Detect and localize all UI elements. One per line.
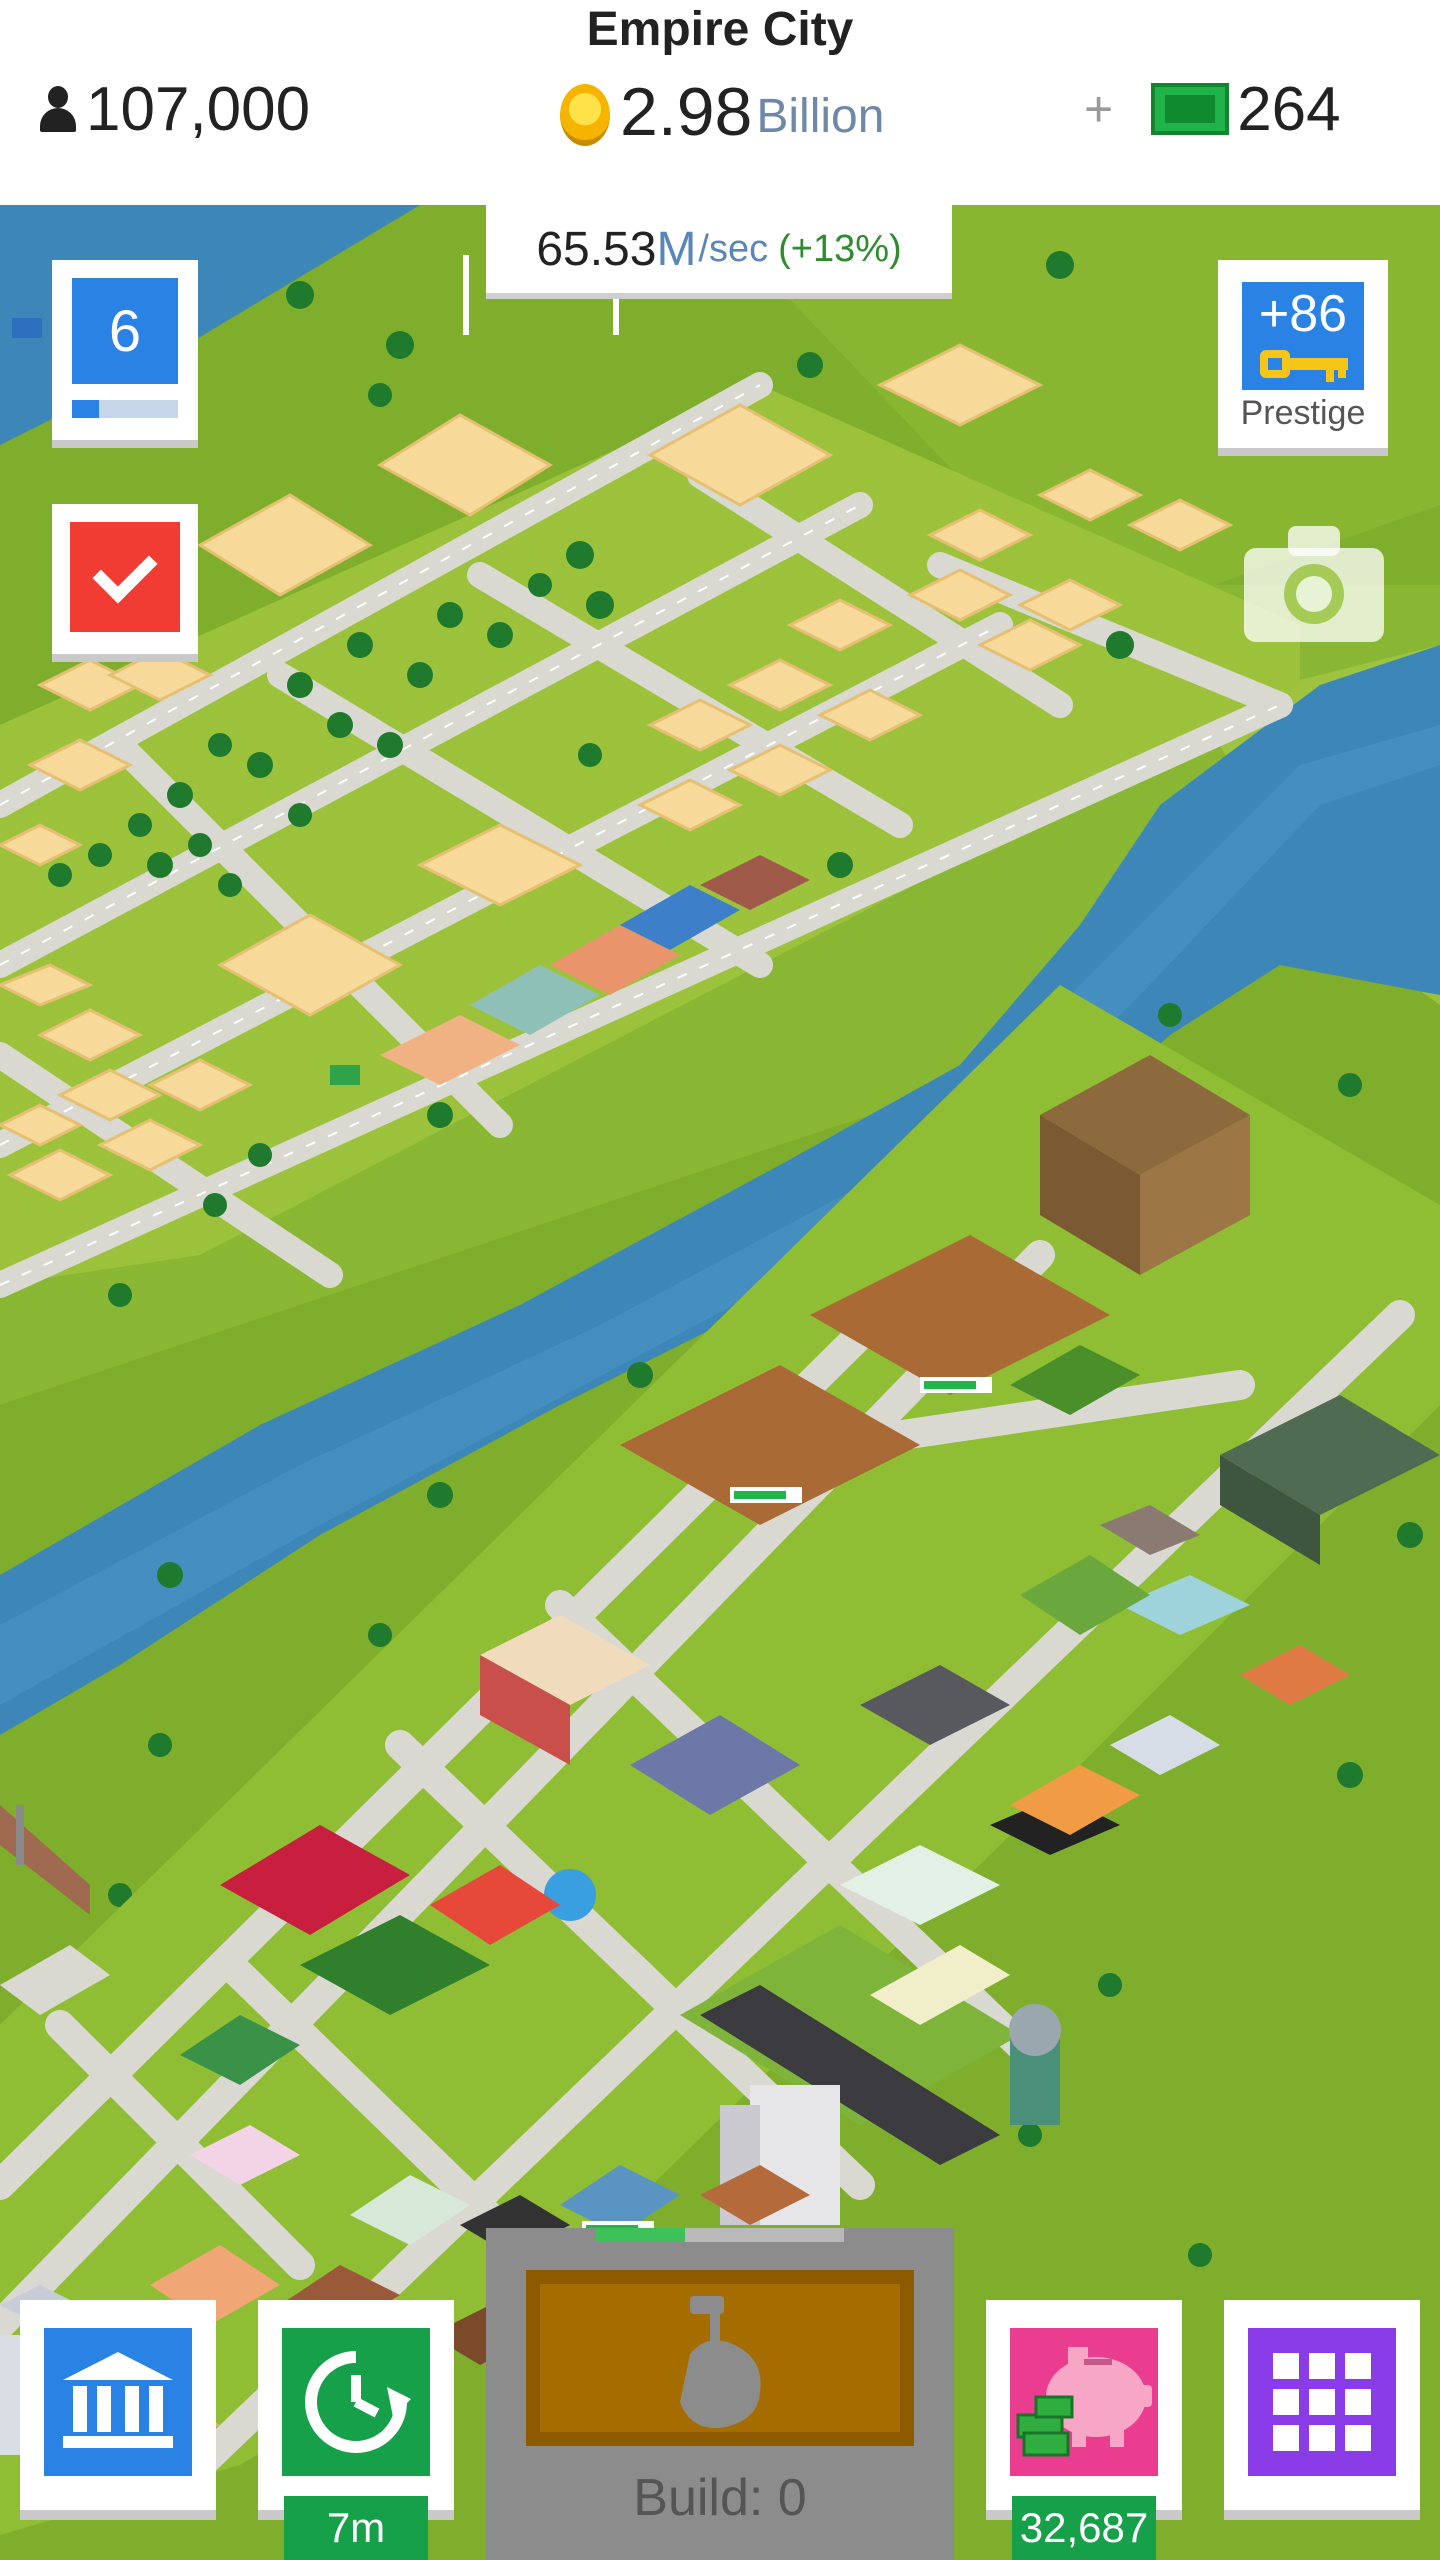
money-counter: 2.98 Billion: [560, 72, 884, 152]
tasks-button[interactable]: [52, 504, 198, 662]
income-bonus: (+13%): [778, 227, 902, 270]
bank-button[interactable]: [20, 2300, 216, 2520]
build-progress-fill: [596, 2228, 686, 2242]
prestige-badge: +86: [1242, 282, 1364, 390]
cash-icon: [1151, 83, 1230, 135]
level-button[interactable]: 6: [52, 260, 198, 448]
tasks-icon-bg: [70, 522, 180, 632]
city-name[interactable]: Empire City: [0, 2, 1440, 57]
city-map[interactable]: [0, 205, 1440, 2560]
money-value: 2.98: [620, 74, 753, 150]
hammer-hand-icon: [680, 2296, 761, 2429]
level-number: 6: [72, 278, 178, 384]
camera-button[interactable]: [1244, 526, 1384, 642]
level-progress-bar: [72, 400, 178, 418]
bank-icon-bg: [44, 2328, 192, 2476]
prestige-value: +86: [1258, 285, 1348, 343]
time-warp-icon-bg: [282, 2328, 430, 2476]
cash-counter[interactable]: + 264: [1084, 74, 1341, 144]
population-value: 107,000: [86, 74, 311, 144]
build-button[interactable]: Build: 0: [486, 2228, 954, 2560]
income-unit: M: [656, 222, 697, 276]
build-label: Build: 0: [633, 2469, 807, 2527]
piggy-bank-icon: [1016, 2347, 1152, 2457]
cash-value: 264: [1237, 74, 1341, 144]
menu-button[interactable]: [1224, 2300, 1420, 2520]
piggy-bank-label: 32,687: [1012, 2496, 1156, 2560]
level-progress-fill: [72, 400, 99, 418]
clock-refresh-icon: [305, 2351, 411, 2453]
income-rate: 65.53 M /sec (+13%): [486, 205, 952, 299]
build-slot: [526, 2270, 914, 2446]
time-warp-label: 7m: [284, 2496, 428, 2560]
time-warp-button[interactable]: [258, 2300, 454, 2520]
top-bar: Empire City 107,000 2.98 Billion + 264: [0, 0, 1440, 205]
income-suffix: /sec: [698, 227, 769, 270]
prestige-button[interactable]: +86 Prestige: [1218, 260, 1388, 456]
check-icon: [92, 538, 158, 604]
menu-icon-bg: [1248, 2328, 1396, 2476]
income-value: 65.53: [536, 222, 657, 276]
build-progress-bar: [596, 2228, 844, 2242]
piggy-bank-button[interactable]: [986, 2300, 1182, 2520]
person-icon: [38, 86, 78, 132]
prestige-label: Prestige: [1240, 394, 1366, 432]
piggy-icon-bg: [1010, 2328, 1158, 2476]
population-counter: 107,000: [38, 74, 310, 144]
grid-icon: [1273, 2353, 1371, 2451]
coin-icon: [560, 84, 610, 146]
money-unit: Billion: [756, 90, 885, 143]
key-icon: [1260, 350, 1348, 382]
bank-icon: [63, 2352, 173, 2448]
add-cash-button[interactable]: +: [1084, 80, 1113, 138]
camera-icon: [1244, 526, 1384, 642]
